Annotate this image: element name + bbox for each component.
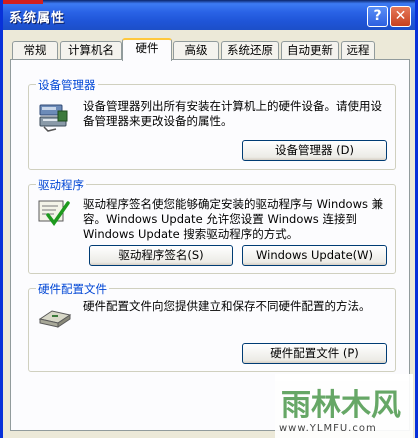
drivers-group-title: 驱动程序 [36, 177, 86, 193]
help-button[interactable]: ? [367, 6, 388, 27]
tab-system-restore[interactable]: 系统还原 [221, 41, 279, 60]
windows-update-button[interactable]: Windows Update(W) [242, 245, 387, 266]
window-title: 系统属性 [9, 11, 66, 26]
driver-signing-icon [38, 199, 72, 230]
tab-general[interactable]: 常规 [12, 41, 58, 60]
tab-computer-name[interactable]: 计算机名 [60, 41, 122, 60]
close-button[interactable]: ✕ [390, 6, 411, 27]
device-manager-button[interactable]: 设备管理器 (D) [242, 140, 387, 161]
site-watermark: 雨林木风 www.YLMFU.com [275, 374, 413, 438]
tab-advanced[interactable]: 高级 [173, 41, 219, 60]
tab-remote[interactable]: 远程 [341, 41, 375, 60]
device-manager-group-title: 设备管理器 [36, 77, 98, 93]
device-manager-group: 设备管理器 设备管理器列出所有安装在计算机上的硬件设备。请使用设备管理器来更改设… [28, 77, 396, 170]
driver-signing-button[interactable]: 驱动程序签名(S) [89, 245, 233, 266]
hardware-profiles-description: 硬件配置文件向您提供建立和保存不同硬件配置的方法。 [83, 299, 371, 313]
tab-hardware[interactable]: 硬件 [122, 38, 172, 61]
hardware-profiles-group: 硬件配置文件 硬件配置文件向您提供建立和保存不同硬件配置的方法。 硬件配置文件 … [28, 281, 396, 372]
device-manager-icon [38, 101, 70, 136]
system-properties-window: 系统属性 ? ✕ 常规 计算机名 硬件 高级 系统还原 自动更新 远程 设备管理… [0, 0, 418, 438]
background-window-strip [3, 0, 43, 4]
hardware-profiles-group-title: 硬件配置文件 [36, 281, 109, 297]
watermark-url: www.YLMFU.com [279, 423, 377, 434]
title-bar[interactable]: 系统属性 ? ✕ [3, 0, 415, 30]
hardware-profile-icon [38, 301, 72, 332]
hardware-profiles-button[interactable]: 硬件配置文件 (P) [242, 343, 387, 364]
device-manager-description: 设备管理器列出所有安装在计算机上的硬件设备。请使用设备管理器来更改设备的属性。 [83, 99, 382, 128]
drivers-group: 驱动程序 驱动程序签名使您能够确定安装的驱动程序与 Windows 兼容。Win… [28, 177, 396, 274]
tab-automatic-updates[interactable]: 自动更新 [281, 41, 339, 60]
drivers-description: 驱动程序签名使您能够确定安装的驱动程序与 Windows 兼容。Windows … [83, 197, 384, 241]
watermark-logo-text: 雨林木风 [281, 388, 401, 423]
